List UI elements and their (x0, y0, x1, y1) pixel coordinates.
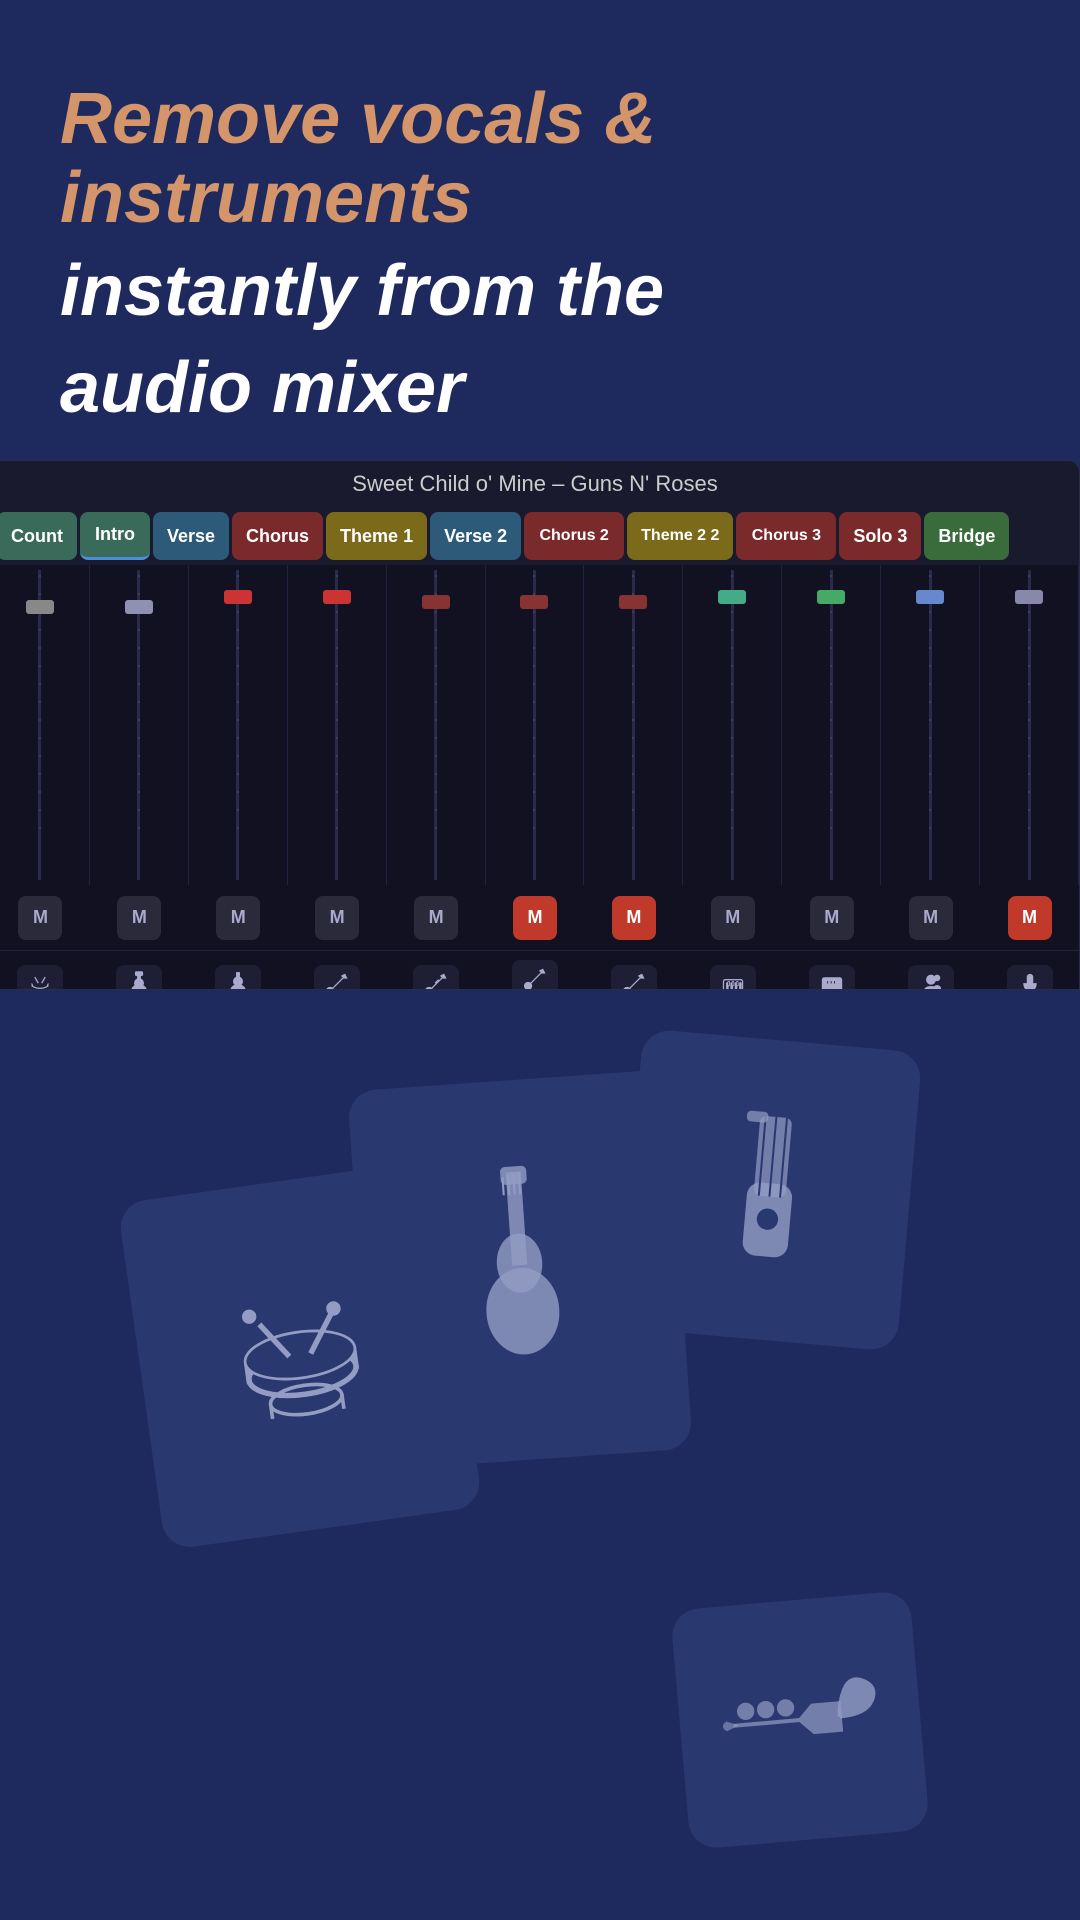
section-btn-chorus-3[interactable]: Chorus 3 (736, 512, 836, 560)
mute-wrap-5: M (486, 896, 585, 940)
channel-9[interactable] (881, 565, 980, 885)
instrument-icon-8[interactable] (809, 965, 855, 990)
channel-3[interactable] (288, 565, 387, 885)
channel-7[interactable] (683, 565, 782, 885)
section-btn-solo-3[interactable]: Solo 3 (839, 512, 921, 560)
section-btn-intro[interactable]: Intro (80, 512, 150, 560)
fader-area (0, 565, 1079, 885)
mute-btn-0[interactable]: M (18, 896, 62, 940)
instrument-icon-3[interactable] (314, 965, 360, 990)
mute-btn-8[interactable]: M (810, 896, 854, 940)
instrument-ch-6: Rhythm Electric Guitar (584, 963, 683, 990)
mute-btn-6[interactable]: M (612, 896, 656, 940)
channel-5[interactable] (486, 565, 585, 885)
channel-1[interactable] (90, 565, 189, 885)
mute-wrap-3: M (288, 896, 387, 940)
instrument-icon-5[interactable] (512, 960, 558, 990)
song-title: Sweet Child o' Mine – Guns N' Roses (0, 461, 1079, 507)
hero-subtitle-line3: instantly from the (60, 248, 1020, 334)
instrument-icon-4[interactable] (413, 965, 459, 990)
instrument-ch-2: Acoustic Guitar (189, 963, 288, 990)
mute-btn-2[interactable]: M (216, 896, 260, 940)
mute-wrap-6: M (584, 896, 683, 940)
section-btn-bridge[interactable]: Bridge (924, 512, 1009, 560)
channel-8[interactable] (782, 565, 881, 885)
section-btn-chorus-2[interactable]: Chorus 2 (524, 512, 624, 560)
section-btn-chorus[interactable]: Chorus (232, 512, 323, 560)
instrument-icon-0[interactable] (17, 965, 63, 990)
mute-btn-4[interactable]: M (414, 896, 458, 940)
mute-btn-7[interactable]: M (711, 896, 755, 940)
instrument-icon-7[interactable] (710, 965, 756, 990)
section-btn-count[interactable]: Count (0, 512, 77, 560)
section-btn-verse[interactable]: Verse (153, 512, 229, 560)
mute-btn-9[interactable]: M (909, 896, 953, 940)
sections-bar: CountIntroVerseChorusTheme 1Verse 2Choru… (0, 507, 1079, 565)
channel-4[interactable] (387, 565, 486, 885)
mute-wrap-8: M (782, 896, 881, 940)
instrument-ch-3: Electric Guitar (clean) (288, 963, 387, 990)
channel-2[interactable] (189, 565, 288, 885)
instrument-icon-10[interactable] (1007, 965, 1053, 990)
channel-10[interactable] (980, 565, 1079, 885)
channel-0[interactable] (0, 565, 90, 885)
mute-btn-5[interactable]: M (513, 896, 557, 940)
instrument-ch-10: Lead Vocal (980, 963, 1079, 990)
mute-wrap-0: M (0, 896, 90, 940)
section-btn-verse-2[interactable]: Verse 2 (430, 512, 521, 560)
bottom-section (0, 1000, 1080, 1920)
instrument-ch-0: Drum Kit (0, 963, 90, 990)
instrument-ch-7: Organ (683, 963, 782, 990)
trumpet-tile (670, 1590, 930, 1850)
instrument-icon-9[interactable] (908, 965, 954, 990)
instrument-ch-9: Backing Vocals (881, 963, 980, 990)
section-btn-theme-1[interactable]: Theme 1 (326, 512, 427, 560)
mute-btn-1[interactable]: M (117, 896, 161, 940)
instrument-area: Drum KitBassAcoustic GuitarElectric Guit… (0, 950, 1079, 990)
mute-area: MMMMMMMMMMM (0, 885, 1079, 950)
mute-wrap-4: M (387, 896, 486, 940)
instrument-icon-1[interactable] (116, 965, 162, 990)
channel-6[interactable] (584, 565, 683, 885)
instrument-ch-8: Synth Pad (782, 963, 881, 990)
mute-wrap-2: M (189, 896, 288, 940)
instrument-icon-6[interactable] (611, 965, 657, 990)
mute-btn-3[interactable]: M (315, 896, 359, 940)
instrument-ch-4: Lead Electric Guitar (387, 963, 486, 990)
instrument-icon-2[interactable] (215, 965, 261, 990)
hero-title-line1: Remove vocals & (60, 80, 1020, 159)
hero-section: Remove vocals & instruments instantly fr… (60, 80, 1020, 431)
hero-subtitle-line4: audio mixer (60, 345, 1020, 431)
instrument-ch-1: Bass (90, 963, 189, 990)
mute-btn-10[interactable]: M (1008, 896, 1052, 940)
mute-wrap-1: M (90, 896, 189, 940)
section-btn-theme-2-2[interactable]: Theme 2 2 (627, 512, 733, 560)
instrument-tiles (0, 1000, 1080, 1920)
mixer-panel: Sweet Child o' Mine – Guns N' Roses Coun… (0, 460, 1080, 990)
hero-title-line2: instruments (60, 159, 1020, 238)
guitar-tile (617, 1028, 922, 1351)
mute-wrap-10: M (980, 896, 1079, 940)
instrument-ch-5: Arr. Electric Guitar (solo) (486, 958, 585, 990)
mute-wrap-9: M (881, 896, 980, 940)
mute-wrap-7: M (683, 896, 782, 940)
